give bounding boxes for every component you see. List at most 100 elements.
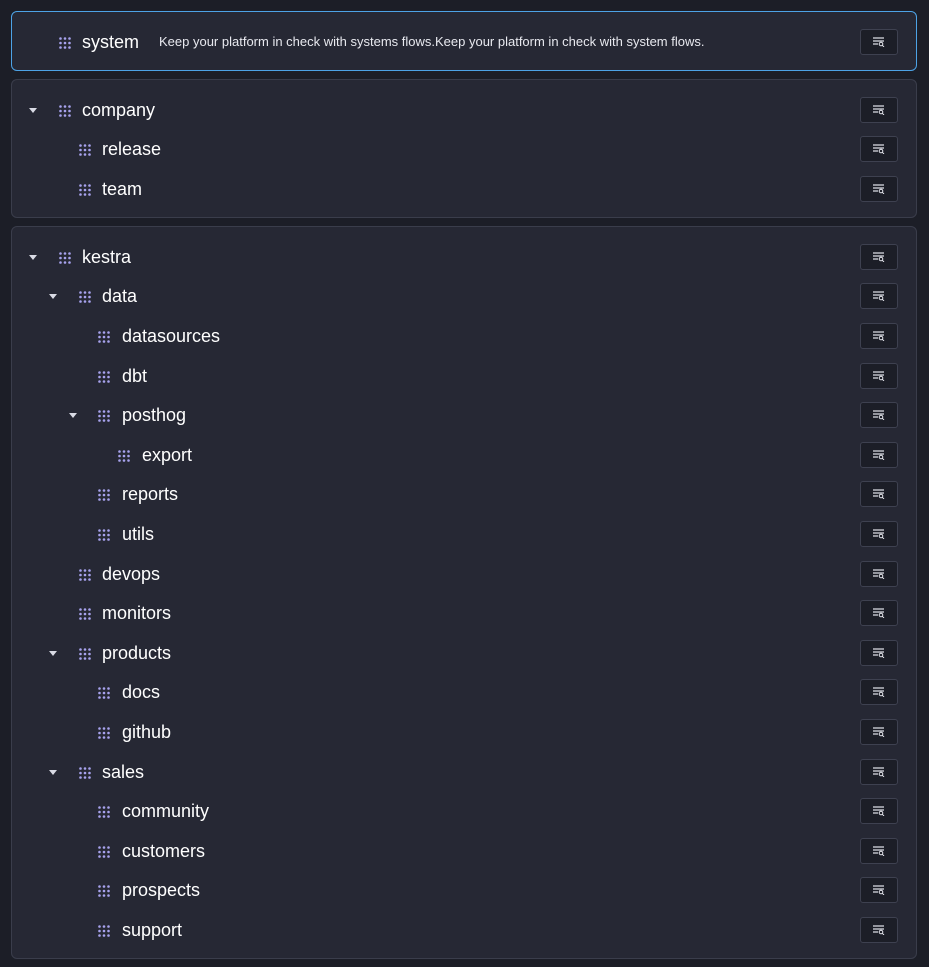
namespace-row-support[interactable]: support (12, 916, 916, 944)
namespace-label[interactable]: release (102, 135, 161, 163)
namespace-label[interactable]: support (122, 916, 182, 944)
filter-list-search-icon (873, 371, 885, 381)
filter-button[interactable] (860, 481, 898, 507)
namespace-row-devops[interactable]: devops (12, 560, 916, 588)
namespace-row-sales[interactable]: sales (12, 758, 916, 786)
namespace-row-monitors[interactable]: monitors (12, 599, 916, 627)
namespace-label[interactable]: devops (102, 560, 160, 588)
namespace-label[interactable]: export (142, 441, 192, 469)
namespace-label[interactable]: monitors (102, 599, 171, 627)
namespace-label[interactable]: data (102, 282, 137, 310)
namespace-row-prospects[interactable]: prospects (12, 876, 916, 904)
namespace-row-reports[interactable]: reports (12, 480, 916, 508)
namespace-row-docs[interactable]: docs (12, 678, 916, 706)
drag-grip-icon[interactable] (59, 104, 71, 117)
caret-down-icon[interactable] (29, 108, 37, 113)
filter-list-search-icon (873, 144, 885, 154)
drag-grip-icon[interactable] (98, 726, 110, 739)
drag-grip-icon[interactable] (79, 290, 91, 303)
drag-grip-icon[interactable] (79, 607, 91, 620)
namespace-label[interactable]: system (82, 28, 139, 56)
namespace-label[interactable]: sales (102, 758, 144, 786)
filter-button[interactable] (860, 759, 898, 785)
namespace-label[interactable]: community (122, 797, 209, 825)
namespace-row-datasources[interactable]: datasources (12, 322, 916, 350)
filter-button[interactable] (860, 402, 898, 428)
filter-button[interactable] (860, 838, 898, 864)
namespace-row-company[interactable]: company (12, 96, 916, 124)
namespace-label[interactable]: posthog (122, 401, 186, 429)
namespace-label[interactable]: utils (122, 520, 154, 548)
namespace-row-community[interactable]: community (12, 797, 916, 825)
caret-down-icon[interactable] (69, 413, 77, 418)
caret-down-icon[interactable] (49, 294, 57, 299)
namespace-label[interactable]: kestra (82, 243, 131, 271)
drag-grip-icon[interactable] (59, 251, 71, 264)
filter-button[interactable] (860, 640, 898, 666)
filter-button[interactable] (860, 176, 898, 202)
filter-button[interactable] (860, 679, 898, 705)
namespace-label[interactable]: dbt (122, 362, 147, 390)
filter-button[interactable] (860, 521, 898, 547)
filter-button[interactable] (860, 442, 898, 468)
filter-button[interactable] (860, 29, 898, 55)
filter-button[interactable] (860, 917, 898, 943)
drag-grip-icon[interactable] (98, 805, 110, 818)
caret-down-icon[interactable] (49, 651, 57, 656)
namespace-row-data[interactable]: data (12, 282, 916, 310)
namespace-row-release[interactable]: release (12, 135, 916, 163)
namespace-label[interactable]: company (82, 96, 155, 124)
caret-down-icon[interactable] (49, 770, 57, 775)
filter-button[interactable] (860, 798, 898, 824)
drag-grip-icon[interactable] (98, 884, 110, 897)
filter-list-search-icon (873, 37, 885, 47)
namespace-label[interactable]: github (122, 718, 171, 746)
namespace-row-utils[interactable]: utils (12, 520, 916, 548)
namespace-label[interactable]: datasources (122, 322, 220, 350)
filter-list-search-icon (873, 489, 885, 499)
namespace-label[interactable]: team (102, 175, 142, 203)
drag-grip-icon[interactable] (79, 568, 91, 581)
drag-grip-icon[interactable] (98, 924, 110, 937)
filter-button[interactable] (860, 719, 898, 745)
drag-grip-icon[interactable] (98, 686, 110, 699)
drag-grip-icon[interactable] (79, 143, 91, 156)
drag-grip-icon[interactable] (79, 647, 91, 660)
namespace-row-posthog[interactable]: posthog (12, 401, 916, 429)
filter-button[interactable] (860, 283, 898, 309)
namespace-label[interactable]: products (102, 639, 171, 667)
namespace-label[interactable]: reports (122, 480, 178, 508)
filter-button[interactable] (860, 600, 898, 626)
drag-grip-icon[interactable] (98, 528, 110, 541)
filter-button[interactable] (860, 244, 898, 270)
drag-grip-icon[interactable] (98, 409, 110, 422)
namespace-row-system[interactable]: system Keep your platform in check with … (12, 28, 916, 56)
namespace-row-customers[interactable]: customers (12, 837, 916, 865)
namespace-label[interactable]: customers (122, 837, 205, 865)
namespace-row-github[interactable]: github (12, 718, 916, 746)
drag-grip-icon[interactable] (98, 845, 110, 858)
drag-grip-icon[interactable] (79, 766, 91, 779)
namespace-row-products[interactable]: products (12, 639, 916, 667)
namespace-label[interactable]: prospects (122, 876, 200, 904)
drag-grip-icon[interactable] (118, 449, 130, 462)
filter-list-search-icon (873, 569, 885, 579)
filter-button[interactable] (860, 561, 898, 587)
namespace-label[interactable]: docs (122, 678, 160, 706)
drag-grip-icon[interactable] (79, 183, 91, 196)
drag-grip-icon[interactable] (98, 330, 110, 343)
filter-button[interactable] (860, 877, 898, 903)
filter-button[interactable] (860, 323, 898, 349)
namespace-card-system[interactable]: system Keep your platform in check with … (11, 11, 917, 71)
drag-grip-icon[interactable] (98, 370, 110, 383)
namespace-row-kestra[interactable]: kestra (12, 243, 916, 271)
drag-grip-icon[interactable] (59, 36, 71, 49)
filter-button[interactable] (860, 97, 898, 123)
caret-down-icon[interactable] (29, 255, 37, 260)
filter-button[interactable] (860, 363, 898, 389)
drag-grip-icon[interactable] (98, 488, 110, 501)
filter-button[interactable] (860, 136, 898, 162)
namespace-row-team[interactable]: team (12, 175, 916, 203)
namespace-row-export[interactable]: export (12, 441, 916, 469)
namespace-row-dbt[interactable]: dbt (12, 362, 916, 390)
